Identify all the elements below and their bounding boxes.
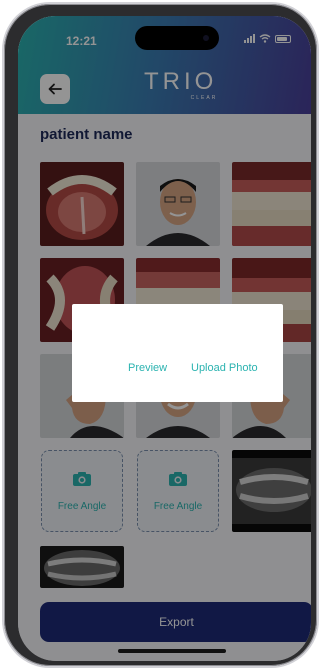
home-indicator <box>118 649 226 653</box>
preview-button[interactable]: Preview <box>128 362 167 374</box>
phone-frame: 12:21 TRIO CLEAR patient name Free Angle… <box>4 4 317 666</box>
upload-photo-button[interactable]: Upload Photo <box>191 362 258 374</box>
app-screen: 12:21 TRIO CLEAR patient name Free Angle… <box>18 16 311 661</box>
photo-action-dialog: Preview Upload Photo <box>72 304 283 402</box>
